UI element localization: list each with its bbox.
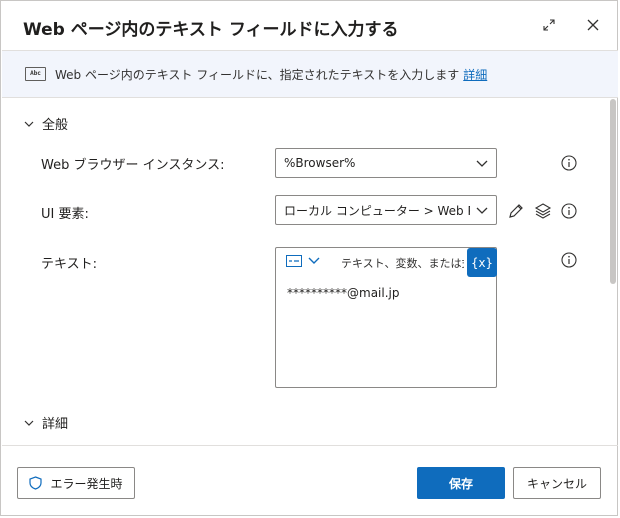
title-actions — [539, 15, 603, 35]
text-placeholder: テキスト、変数、または式と — [341, 257, 464, 270]
chevron-down-icon — [476, 160, 488, 167]
browser-instance-select[interactable]: %Browser% — [275, 148, 497, 178]
info-icon[interactable] — [561, 252, 577, 268]
abc-icon: Abc — [25, 67, 46, 81]
ui-element-value: ローカル コンピューター > Web Page 'ht — [284, 203, 470, 218]
text-label: テキスト: — [41, 257, 97, 272]
section-general-label: 全般 — [42, 118, 69, 133]
on-error-label: エラー発生時 — [50, 476, 123, 491]
ui-element-select[interactable]: ローカル コンピューター > Web Page 'ht — [275, 195, 497, 225]
save-button[interactable]: 保存 — [417, 467, 505, 499]
dialog: Web ページ内のテキスト フィールドに入力する Abc Web ページ内のテキ… — [0, 0, 618, 516]
chevron-down-icon — [24, 121, 34, 127]
browser-instance-value: %Browser% — [284, 156, 356, 170]
section-advanced-label: 詳細 — [42, 417, 69, 432]
info-icon[interactable] — [561, 155, 577, 171]
dialog-title: Web ページ内のテキスト フィールドに入力する — [23, 20, 399, 40]
chevron-down-icon — [476, 207, 488, 214]
text-input[interactable]: テキスト、変数、または式と {x} **********@mail.jp — [275, 247, 497, 388]
section-advanced[interactable]: 詳細 — [24, 413, 68, 432]
cancel-button[interactable]: キャンセル — [513, 467, 601, 499]
description-bar: Abc Web ページ内のテキスト フィールドに、指定されたテキストを入力します… — [2, 50, 618, 98]
chevron-down-icon — [24, 420, 34, 426]
text-value: **********@mail.jp — [287, 286, 400, 300]
on-error-button[interactable]: エラー発生時 — [17, 467, 135, 499]
browser-instance-label: Web ブラウザー インスタンス: — [41, 158, 225, 173]
dialog-footer: エラー発生時 保存 キャンセル — [2, 445, 618, 518]
section-general[interactable]: 全般 — [24, 114, 68, 133]
layers-icon[interactable] — [534, 202, 552, 220]
info-icon[interactable] — [561, 203, 577, 219]
ui-element-label: UI 要素: — [41, 207, 89, 222]
shield-icon — [29, 476, 43, 490]
dialog-content: 全般 Web ブラウザー インスタンス: %Browser% UI 要素: ロー… — [2, 97, 618, 445]
description-text: Web ページ内のテキスト フィールドに、指定されたテキストを入力します — [55, 67, 460, 82]
close-icon[interactable] — [583, 15, 603, 35]
text-mode-icon[interactable] — [286, 255, 302, 267]
text-mode-toolbar[interactable] — [286, 255, 320, 267]
scrollbar[interactable] — [610, 99, 616, 284]
insert-variable-button[interactable]: {x} — [467, 248, 497, 277]
expand-icon[interactable] — [539, 15, 559, 35]
chevron-down-icon[interactable] — [308, 256, 320, 266]
pencil-icon[interactable] — [507, 202, 525, 220]
details-link[interactable]: 詳細 — [463, 66, 487, 83]
